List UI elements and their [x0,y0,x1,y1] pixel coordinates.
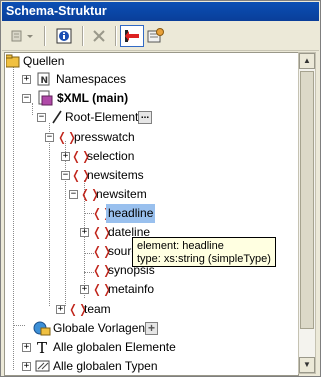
window-title: Schema-Struktur [2,2,319,21]
expand-icon[interactable]: + [22,75,31,84]
expand-icon[interactable]: + [61,152,70,161]
expand-icon[interactable]: + [80,285,89,294]
sources-icon [6,54,20,68]
info-button[interactable] [52,25,76,47]
xml-file-icon [38,90,53,106]
insert-menu-button[interactable] [8,25,38,47]
scroll-up-arrow[interactable]: ▲ [299,53,315,69]
sync-tree-button[interactable] [120,25,144,47]
tree-item-label: newsitems [87,168,144,182]
collapse-icon[interactable]: − [22,94,31,103]
expand-icon[interactable]: + [56,305,65,314]
scroll-down-arrow[interactable]: ▼ [299,357,315,373]
tree-item-label: Alle globalen Typen [53,359,158,373]
tree-item-label: team [84,302,111,316]
tree-item-label: metainfo [108,282,155,296]
svg-text:T: T [37,340,47,354]
tree-item-label: Globale Vorlagen [53,321,146,335]
text-t-icon: T [37,340,47,354]
tree-item-label: Root-Elemente [65,110,146,124]
settings-icon [147,28,164,43]
tree-item-label: Namespaces [56,72,127,86]
tree-item-label: $XML (main) [57,91,129,105]
delete-button[interactable] [87,25,111,47]
element-tooltip: element: headline type: xs:string (simpl… [132,237,276,267]
root-elements-more-button[interactable]: ... [138,111,152,124]
tree-item-label: headline [106,204,156,223]
vertical-scrollbar[interactable]: ▲ ▼ [298,52,316,374]
tooltip-type-line: type: xs:string (simpleType) [137,253,271,265]
expand-icon[interactable]: + [22,362,31,371]
tree-item-label: Quellen [23,54,65,68]
tree-item-label: selection [87,149,135,163]
collapse-icon[interactable]: − [61,171,70,180]
schema-tree: Quellen + N Namespaces − $XML (main) − R… [4,52,299,376]
sync-icon [125,30,139,42]
types-icon [35,360,50,372]
expand-icon[interactable]: + [22,343,31,352]
svg-text:N: N [41,76,49,86]
add-template-button[interactable]: + [145,322,158,335]
collapse-icon[interactable]: − [69,190,78,199]
root-slash-icon [52,110,62,124]
tree-item-label: Alle globalen Elemente [53,340,176,354]
scroll-thumb[interactable] [300,71,314,329]
expand-icon[interactable]: + [80,228,89,237]
toolbar [2,22,319,51]
global-templates-icon [33,321,51,336]
settings-button[interactable] [144,25,168,47]
tree-item-label: newsitem [96,187,147,201]
schema-structure-window: Schema-Struktur Quellen + N Namespaces −… [0,0,321,377]
insert-menu-icon [11,30,33,42]
tooltip-element-line: element: headline [137,240,224,252]
info-icon [56,28,72,44]
collapse-icon[interactable]: − [37,113,46,122]
namespace-icon: N [37,72,50,86]
tree-item-label: presswatch [74,130,135,144]
delete-icon [93,30,105,42]
collapse-icon[interactable]: − [45,133,54,142]
